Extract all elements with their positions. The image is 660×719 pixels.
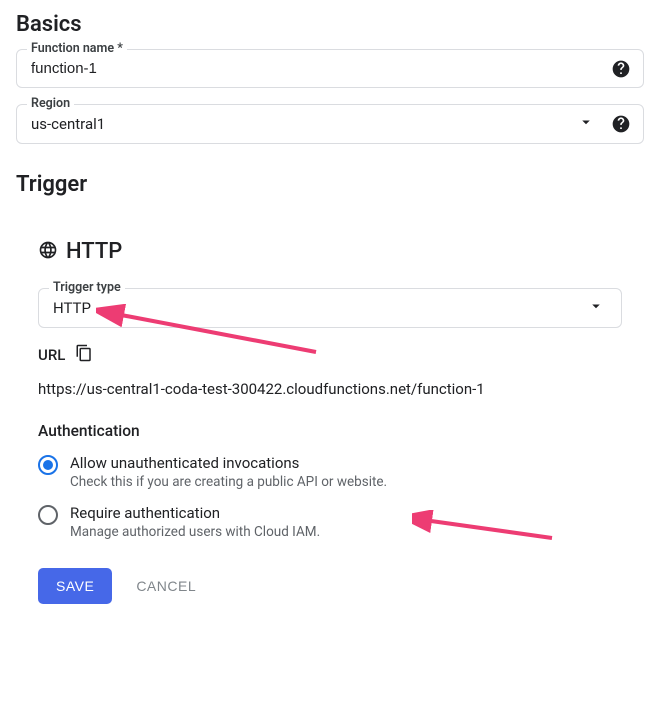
trigger-http-header: HTTP	[38, 239, 622, 264]
trigger-type-label: Trigger type	[49, 280, 125, 295]
authentication-heading: Authentication	[38, 422, 622, 440]
trigger-type-field[interactable]: Trigger type HTTP	[38, 288, 622, 328]
radio-desc: Manage authorized users with Cloud IAM.	[70, 524, 320, 540]
trigger-heading: Trigger	[16, 172, 644, 197]
cancel-button[interactable]: CANCEL	[136, 578, 196, 594]
auth-require-auth[interactable]: Require authentication Manage authorized…	[38, 504, 622, 540]
function-name-label: Function name *	[27, 41, 127, 56]
region-value: us-central1	[31, 115, 105, 133]
auth-allow-unauth[interactable]: Allow unauthenticated invocations Check …	[38, 454, 622, 490]
button-row: SAVE CANCEL	[38, 568, 622, 604]
chevron-down-icon[interactable]	[587, 297, 605, 319]
copy-icon[interactable]	[75, 344, 93, 366]
url-value: https://us-central1-coda-test-300422.clo…	[38, 380, 622, 398]
radio-label: Allow unauthenticated invocations	[70, 454, 387, 472]
trigger-panel: HTTP Trigger type HTTP URL https://us-ce…	[16, 209, 644, 624]
region-field[interactable]: Region us-central1	[16, 104, 644, 144]
trigger-http-label: HTTP	[66, 239, 122, 264]
trigger-type-value: HTTP	[53, 299, 91, 317]
chevron-down-icon[interactable]	[577, 113, 595, 135]
help-icon[interactable]	[611, 59, 631, 79]
url-label: URL	[38, 346, 65, 364]
globe-icon	[38, 240, 58, 264]
basics-heading: Basics	[16, 12, 644, 37]
url-row: URL	[38, 344, 622, 366]
function-name-field[interactable]: Function name *	[16, 49, 644, 88]
save-button[interactable]: SAVE	[38, 568, 112, 604]
help-icon[interactable]	[611, 114, 631, 134]
function-name-input[interactable]	[31, 60, 569, 77]
radio-icon[interactable]	[38, 505, 58, 525]
radio-icon[interactable]	[38, 455, 58, 475]
region-label: Region	[27, 96, 74, 111]
radio-label: Require authentication	[70, 504, 320, 522]
radio-desc: Check this if you are creating a public …	[70, 474, 387, 490]
